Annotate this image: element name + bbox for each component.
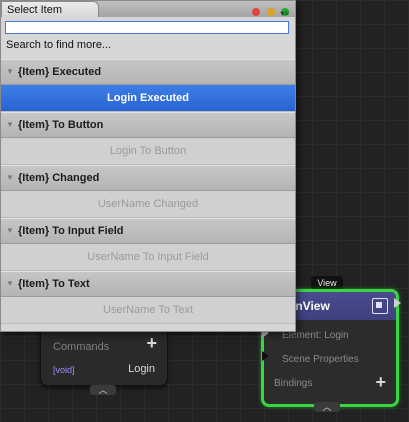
item-list: ▼ {Item} Executed Login Executed ▼ {Item… — [1, 59, 295, 324]
expand-arrow-icon: ▼ — [6, 173, 14, 182]
list-item[interactable]: UserName To Text — [1, 297, 295, 324]
expand-arrow-icon: ▼ — [6, 226, 14, 235]
window-titlebar[interactable]: Select Item ▾≡ — [1, 1, 295, 18]
group-header[interactable]: ▼ {Item} To Input Field — [1, 218, 295, 244]
group-header[interactable]: ▼ {Item} To Button — [1, 112, 295, 138]
scene-properties-row[interactable]: Scene Properties — [282, 354, 359, 365]
void-type-label: [void] — [53, 365, 75, 375]
view-icon[interactable] — [372, 298, 388, 314]
search-hint: Search to find more... — [6, 39, 112, 51]
bindings-row: Bindings — [274, 378, 313, 389]
node-title: inView — [292, 299, 330, 313]
search-field[interactable] — [5, 21, 292, 38]
add-binding-button[interactable]: + — [375, 372, 386, 393]
close-icon[interactable] — [252, 8, 261, 16]
window-menu-icon[interactable]: ▾≡ — [280, 10, 289, 18]
command-login-label[interactable]: Login — [128, 363, 155, 375]
window-tab[interactable]: Select Item — [1, 1, 99, 17]
list-item[interactable]: Login To Button — [1, 138, 295, 165]
list-item[interactable]: UserName To Input Field — [1, 244, 295, 271]
view-tag: View — [311, 276, 343, 290]
expand-arrow-icon: ▼ — [6, 120, 14, 129]
group-header[interactable]: ▼ {Item} Executed — [1, 59, 295, 85]
output-port-icon[interactable] — [394, 298, 401, 308]
search-input[interactable] — [6, 27, 292, 38]
commands-label: Commands — [53, 341, 110, 353]
add-command-button[interactable]: + — [146, 333, 157, 354]
expand-arrow-icon: ▼ — [6, 67, 14, 76]
select-item-window[interactable]: Select Item ▾≡ Search to find more... ▼ … — [0, 0, 296, 332]
group-header[interactable]: ▼ {Item} To Text — [1, 271, 295, 297]
scene-port-icon[interactable] — [262, 351, 269, 361]
group-header[interactable]: ▼ {Item} Changed — [1, 165, 295, 191]
collapse-right-node-button[interactable]: ︿ — [314, 402, 340, 412]
collapse-left-node-button[interactable]: ︿ — [90, 385, 116, 395]
list-item[interactable]: Login Executed — [1, 85, 295, 112]
list-item[interactable]: UserName Changed — [1, 191, 295, 218]
minimize-icon[interactable] — [266, 8, 275, 16]
expand-arrow-icon: ▼ — [6, 279, 14, 288]
